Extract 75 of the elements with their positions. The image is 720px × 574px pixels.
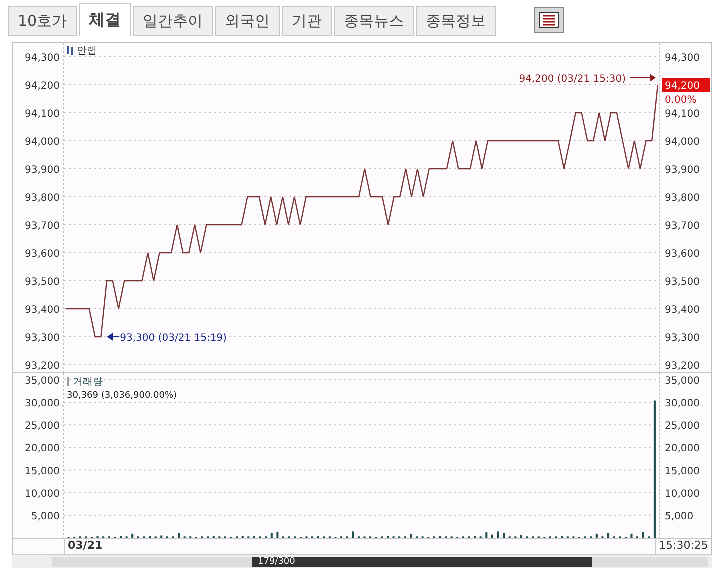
tab[interactable]: 외국인	[215, 6, 280, 36]
volume-bar	[608, 533, 610, 538]
legend-label: 안랩	[77, 46, 97, 57]
axis-label: 20,000	[25, 444, 60, 455]
axis-label: 25,000	[25, 421, 60, 432]
volume-bar	[630, 534, 633, 538]
axis-label: 93,500	[25, 277, 60, 288]
axis-label: 15,000	[25, 466, 60, 478]
axis-label: 25,000	[665, 421, 700, 432]
price-tag: 94,200	[662, 78, 710, 92]
legend-label: 거래량	[73, 377, 103, 388]
axis-label: 15,000	[665, 466, 700, 478]
volume-bar	[270, 533, 273, 538]
axis-label: 35,000	[25, 376, 60, 387]
list-view-button[interactable]	[534, 7, 564, 33]
axis-label: 93,400	[25, 305, 60, 316]
scrollbar[interactable]: 179/300	[12, 554, 712, 568]
volume-readout: 30,369 (3,036,900.00%)	[67, 391, 178, 401]
axis-label: 93,700	[25, 221, 60, 232]
tab[interactable]: 10호가	[8, 6, 78, 36]
axis-label: 35,000	[665, 376, 700, 387]
volume-bar	[642, 532, 644, 538]
high-annotation: 94,200 (03/21 15:30)	[519, 74, 626, 85]
volume-bar	[497, 532, 500, 538]
axis-label: 93,500	[665, 277, 700, 288]
tab[interactable]: 일간추이	[133, 6, 214, 36]
axis-label: 93,600	[665, 249, 700, 260]
axis-label: 93,400	[665, 305, 700, 316]
list-icon	[539, 12, 560, 28]
volume-bar	[503, 533, 506, 538]
volume-bar	[491, 534, 494, 538]
axis-label: 5,000	[665, 511, 694, 522]
axis-label: 93,800	[25, 193, 60, 204]
axis-label: 30,000	[665, 398, 700, 410]
axis-label: 30,000	[25, 398, 60, 410]
arrow-icon	[107, 333, 120, 341]
axis-label: 93,200	[25, 361, 60, 372]
scroll-position: 179/300	[258, 556, 296, 566]
tab[interactable]: 종목뉴스	[334, 6, 414, 36]
scroll-thumb[interactable]: 179/300	[252, 556, 592, 566]
axis-label: 94,000	[665, 137, 700, 148]
axis-label: 93,300	[25, 333, 60, 344]
axis-label: 94,100	[665, 109, 700, 120]
axis-label: 94,300	[25, 53, 60, 64]
tab[interactable]: 종목정보	[416, 6, 496, 36]
volume-bar	[520, 535, 522, 538]
legend-icon	[67, 46, 73, 55]
axis-label: 94,000	[25, 137, 60, 148]
volume-bar	[486, 532, 488, 538]
axis-label: 10,000	[25, 488, 60, 500]
axis-label: 93,600	[25, 249, 60, 260]
volume-bar	[178, 533, 180, 538]
axis-label: 93,900	[25, 165, 60, 176]
axis-label: 93,200	[665, 361, 700, 372]
tab[interactable]: 기관	[282, 6, 332, 36]
axis-label: 10,000	[665, 488, 700, 500]
tab[interactable]: 체결	[79, 3, 132, 36]
axis-label: 94,200	[25, 81, 60, 92]
axis-label: 93,800	[665, 193, 700, 204]
volume-bar	[276, 532, 279, 538]
volume-bar	[352, 532, 354, 538]
volume-bar	[132, 534, 134, 538]
volume-bar	[160, 536, 163, 538]
volume-bar	[410, 534, 412, 538]
axis-label: 94,300	[665, 53, 700, 64]
axis-label: 93,300	[665, 333, 700, 344]
axis-label: 93,700	[665, 221, 700, 232]
arrow-icon	[630, 74, 656, 82]
axis-label: 20,000	[665, 444, 700, 455]
axis-label: 94,100	[25, 109, 60, 120]
axis-label: 5,000	[31, 511, 60, 522]
change-percent: 0.00%	[665, 95, 697, 106]
volume-bar	[596, 534, 598, 538]
axis-label: 93,900	[665, 165, 700, 176]
low-annotation: 93,300 (03/21 15:19)	[120, 333, 227, 344]
